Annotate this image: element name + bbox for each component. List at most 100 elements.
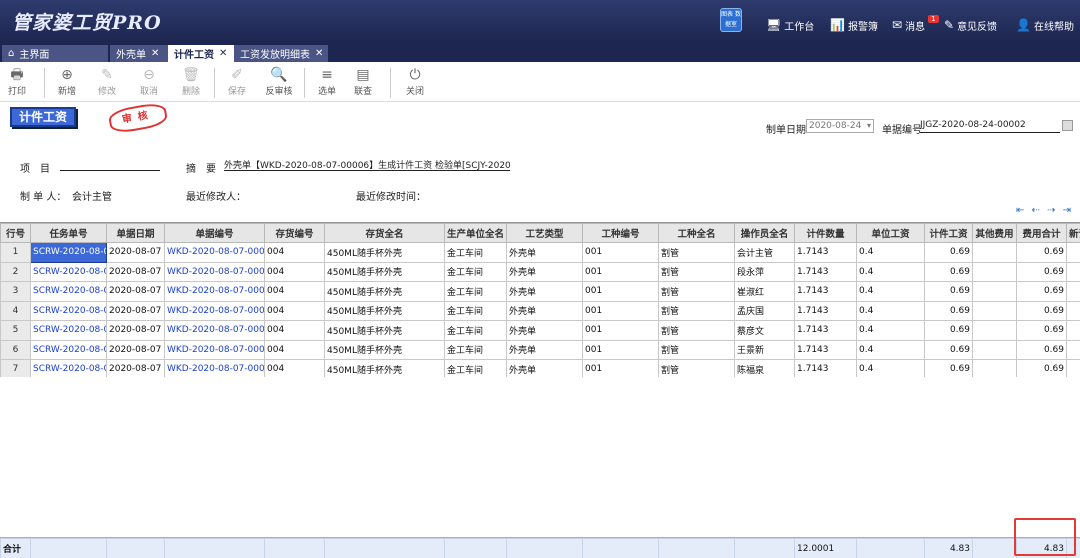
date-field[interactable]: 2020-08-24 ▾ [806, 119, 874, 133]
cell-extra[interactable] [1066, 281, 1080, 302]
add-button[interactable]: ⊕ 新增 [50, 66, 84, 97]
column-header[interactable]: 工种编号 [582, 223, 659, 243]
cell-other[interactable] [972, 242, 1017, 263]
table-row[interactable]: 3SCRW-2020-08-07-02020-08-07WKD-2020-08-… [0, 281, 1080, 302]
cell-job_name[interactable]: 割管 [658, 242, 735, 263]
cell-extra[interactable] [1066, 261, 1080, 282]
cell-total[interactable]: 0.69 [1016, 242, 1067, 263]
cell-other[interactable] [972, 339, 1017, 360]
column-header[interactable]: 计件数量 [794, 223, 857, 243]
cell-other[interactable] [972, 300, 1017, 321]
cell-bill[interactable]: WKD-2020-08-07-00006 [164, 261, 265, 282]
cell-extra[interactable] [1066, 242, 1080, 263]
cell-other[interactable] [972, 320, 1017, 341]
delete-button[interactable]: 🗑 删除 [174, 66, 208, 97]
cell-inv_no[interactable]: 004 [264, 261, 325, 282]
cell-wage[interactable]: 0.69 [924, 261, 973, 282]
cell-operator[interactable]: 段永萍 [734, 261, 795, 282]
cell-price[interactable]: 0.4 [856, 242, 925, 263]
cell-wage[interactable]: 0.69 [924, 242, 973, 263]
data-room-badge[interactable]: 图表 数据室 [720, 8, 742, 32]
cell-job_no[interactable]: 001 [582, 320, 659, 341]
cell-craft[interactable]: 外壳单 [506, 300, 583, 321]
cell-job_no[interactable]: 001 [582, 261, 659, 282]
cell-other[interactable] [972, 281, 1017, 302]
cell-date[interactable]: 2020-08-07 [106, 281, 165, 302]
column-header[interactable]: 生产单位全名 [444, 223, 507, 243]
cell-qty[interactable]: 1.7143 [794, 320, 857, 341]
record-pager[interactable]: ⇤ ⇠ ⇢ ⇥ [1016, 205, 1073, 216]
billno-lookup-button[interactable] [1062, 120, 1073, 131]
column-header[interactable]: 费用合计 [1016, 223, 1067, 243]
cell-task[interactable]: SCRW-2020-08-07-0 [30, 242, 107, 263]
cell-job_no[interactable]: 001 [582, 300, 659, 321]
cell-task[interactable]: SCRW-2020-08-07-0 [30, 300, 107, 321]
close-icon[interactable]: ✕ [151, 48, 159, 59]
cell-wage[interactable]: 0.69 [924, 320, 973, 341]
table-row[interactable]: 2SCRW-2020-08-07-02020-08-07WKD-2020-08-… [0, 261, 1080, 282]
nav-messages[interactable]: ✉ 消息 1 [892, 15, 939, 33]
cell-qty[interactable]: 1.7143 [794, 261, 857, 282]
cell-date[interactable]: 2020-08-07 [106, 320, 165, 341]
cell-wage[interactable]: 0.69 [924, 281, 973, 302]
cell-inv_no[interactable]: 004 [264, 339, 325, 360]
cell-inv_name[interactable]: 450ML随手杯外壳 [324, 339, 445, 360]
table-row[interactable]: 1SCRW-2020-08-07-02020-08-07WKD-2020-08-… [0, 242, 1080, 263]
cell-total[interactable]: 0.69 [1016, 339, 1067, 360]
cell-extra[interactable] [1066, 339, 1080, 360]
cell-job_no[interactable]: 001 [582, 339, 659, 360]
cell-date[interactable]: 2020-08-07 [106, 339, 165, 360]
cell-total[interactable]: 0.69 [1016, 261, 1067, 282]
cell-job_name[interactable]: 割管 [658, 339, 735, 360]
cell-bill[interactable]: WKD-2020-08-07-00006 [164, 300, 265, 321]
close-icon[interactable]: ✕ [219, 48, 227, 59]
cell-operator[interactable]: 蔡彦文 [734, 320, 795, 341]
cell-job_name[interactable]: 割管 [658, 281, 735, 302]
cell-operator[interactable]: 崔淑红 [734, 281, 795, 302]
unaudit-button[interactable]: 🔍 反审核 [262, 66, 296, 97]
cell-wage[interactable]: 0.69 [924, 339, 973, 360]
cell-inv_no[interactable]: 004 [264, 320, 325, 341]
cell-bill[interactable]: WKD-2020-08-07-00006 [164, 339, 265, 360]
cell-total[interactable]: 0.69 [1016, 300, 1067, 321]
query-button[interactable]: ▤ 联查 [346, 66, 380, 97]
cell-unit[interactable]: 金工车间 [444, 300, 507, 321]
cell-qty[interactable]: 1.7143 [794, 281, 857, 302]
cancel-button[interactable]: ⊖ 取消 [132, 66, 166, 97]
cell-price[interactable]: 0.4 [856, 320, 925, 341]
cell-inv_no[interactable]: 004 [264, 242, 325, 263]
tab-wage-detail[interactable]: 工资发放明细表 ✕ [234, 45, 328, 62]
close-icon[interactable]: ✕ [315, 48, 323, 59]
save-button[interactable]: ✐ 保存 [220, 66, 254, 97]
column-header[interactable]: 行号 [0, 223, 31, 243]
cell-unit[interactable]: 金工车间 [444, 261, 507, 282]
table-row[interactable]: 4SCRW-2020-08-07-02020-08-07WKD-2020-08-… [0, 300, 1080, 321]
cell-wage[interactable]: 0.69 [924, 300, 973, 321]
tab-home[interactable]: ⌂ 主界面 [2, 45, 108, 62]
nav-feedback[interactable]: ✎ 意见反馈 [944, 17, 997, 33]
column-header[interactable]: 工种全名 [658, 223, 735, 243]
cell-extra[interactable] [1066, 300, 1080, 321]
cell-price[interactable]: 0.4 [856, 339, 925, 360]
cell-job_no[interactable]: 001 [582, 281, 659, 302]
chevron-down-icon[interactable]: ▾ [867, 120, 871, 132]
cell-qty[interactable]: 1.7143 [794, 242, 857, 263]
cell-craft[interactable]: 外壳单 [506, 320, 583, 341]
cell-task[interactable]: SCRW-2020-08-07-0 [30, 261, 107, 282]
column-header[interactable]: 单位工资 [856, 223, 925, 243]
cell-unit[interactable]: 金工车间 [444, 281, 507, 302]
project-field[interactable] [60, 158, 160, 171]
column-header[interactable]: 操作员全名 [734, 223, 795, 243]
print-button[interactable]: 🖶 打印 [0, 66, 34, 97]
cell-price[interactable]: 0.4 [856, 261, 925, 282]
cell-job_name[interactable]: 割管 [658, 300, 735, 321]
cell-bill[interactable]: WKD-2020-08-07-00006 [164, 320, 265, 341]
table-row[interactable]: 6SCRW-2020-08-07-02020-08-07WKD-2020-08-… [0, 339, 1080, 360]
cell-total[interactable]: 0.69 [1016, 281, 1067, 302]
nav-help[interactable]: 👤 在线帮助 [1016, 17, 1074, 33]
billno-field[interactable]: JJGZ-2020-08-24-00002 [920, 119, 1060, 133]
cell-task[interactable]: SCRW-2020-08-07-0 [30, 339, 107, 360]
cell-craft[interactable]: 外壳单 [506, 339, 583, 360]
cell-inv_no[interactable]: 004 [264, 300, 325, 321]
cell-task[interactable]: SCRW-2020-08-07-0 [30, 320, 107, 341]
